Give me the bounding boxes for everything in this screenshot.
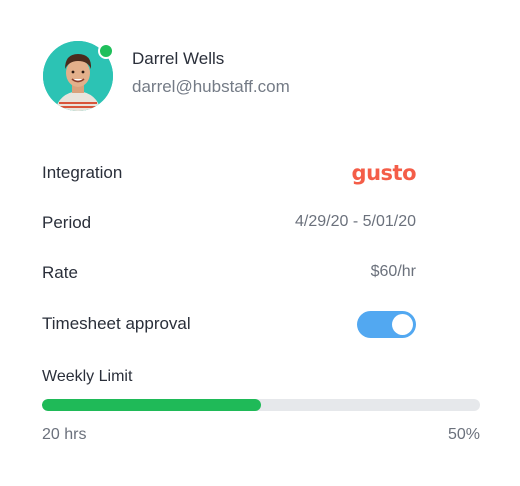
online-status-dot — [98, 43, 114, 59]
avatar[interactable] — [43, 41, 114, 111]
weekly-limit-percent: 50% — [447, 426, 480, 443]
rate-label: Rate — [42, 263, 78, 282]
period-value: 4/29/20 - 5/01/20 — [295, 213, 416, 230]
timesheet-approval-label: Timesheet approval — [42, 314, 191, 333]
toggle-knob — [392, 314, 413, 335]
rate-value: $60/hr — [370, 263, 416, 280]
period-label: Period — [42, 213, 92, 232]
weekly-limit-label: Weekly Limit — [42, 368, 133, 385]
user-email[interactable]: darrel@hubstaff.com — [132, 77, 290, 97]
user-name: Darrel Wells — [132, 49, 225, 68]
gusto-logo: gusto — [351, 161, 417, 185]
timesheet-approval-toggle[interactable] — [357, 311, 416, 338]
weekly-limit-progress-bar — [42, 399, 480, 411]
member-card: Darrel Wells darrel@hubstaff.com Integra… — [0, 0, 520, 486]
integration-label: Integration — [42, 163, 123, 182]
weekly-limit-progress-fill — [42, 399, 261, 411]
weekly-limit-hours: 20 hrs — [42, 426, 87, 443]
